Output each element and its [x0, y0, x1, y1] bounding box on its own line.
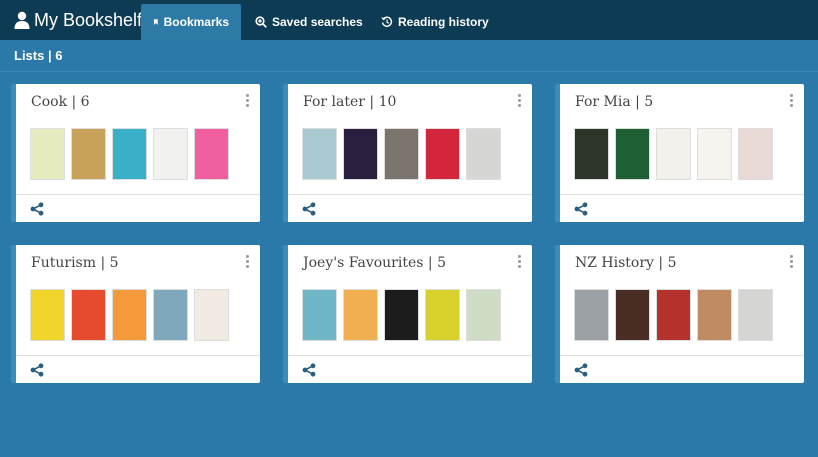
- share-icon[interactable]: [574, 202, 588, 216]
- book-cover[interactable]: [615, 289, 650, 341]
- book-cover[interactable]: [466, 128, 501, 180]
- more-options-icon[interactable]: [790, 255, 794, 269]
- list-title[interactable]: Joey's Favourites | 5: [303, 255, 446, 271]
- book-cover[interactable]: [738, 128, 773, 180]
- list-card[interactable]: Cook | 6: [11, 84, 260, 222]
- book-cover[interactable]: [615, 128, 650, 180]
- more-options-icon[interactable]: [246, 94, 250, 108]
- lists-count-label: Lists | 6: [14, 48, 63, 63]
- card-footer: [288, 194, 532, 222]
- tab-saved-searches[interactable]: Saved searches: [243, 4, 375, 40]
- book-cover[interactable]: [425, 289, 460, 341]
- list-title[interactable]: For later | 10: [303, 94, 396, 110]
- book-cover[interactable]: [425, 128, 460, 180]
- book-cover[interactable]: [656, 128, 691, 180]
- list-title[interactable]: Futurism | 5: [31, 255, 119, 271]
- list-card[interactable]: Joey's Favourites | 5: [283, 245, 532, 383]
- my-bookshelf-brand[interactable]: My Bookshelf: [14, 0, 142, 40]
- book-cover[interactable]: [302, 128, 337, 180]
- book-cover[interactable]: [738, 289, 773, 341]
- book-cover[interactable]: [30, 289, 65, 341]
- history-icon: [381, 16, 393, 27]
- bookmark-icon: [153, 19, 158, 25]
- book-cover[interactable]: [384, 289, 419, 341]
- book-cover[interactable]: [466, 289, 501, 341]
- tab-bookmarks[interactable]: Bookmarks: [141, 4, 241, 40]
- top-navbar: My Bookshelf Bookmarks Saved searches Re…: [0, 0, 818, 40]
- card-footer: [560, 355, 804, 383]
- list-card[interactable]: For Mia | 5: [555, 84, 804, 222]
- tab-bookmarks-label: Bookmarks: [163, 15, 229, 29]
- book-cover[interactable]: [153, 128, 188, 180]
- tab-saved-searches-label: Saved searches: [272, 15, 363, 29]
- book-cover[interactable]: [153, 289, 188, 341]
- share-icon[interactable]: [30, 363, 44, 377]
- list-card[interactable]: NZ History | 5: [555, 245, 804, 383]
- more-options-icon[interactable]: [518, 255, 522, 269]
- book-cover[interactable]: [194, 128, 229, 180]
- share-icon[interactable]: [302, 202, 316, 216]
- book-cover[interactable]: [574, 128, 609, 180]
- card-footer: [16, 355, 260, 383]
- card-footer: [560, 194, 804, 222]
- book-cover[interactable]: [343, 289, 378, 341]
- book-cover[interactable]: [656, 289, 691, 341]
- book-cover[interactable]: [30, 128, 65, 180]
- search-plus-icon: [255, 16, 267, 28]
- share-icon[interactable]: [30, 202, 44, 216]
- book-cover[interactable]: [697, 289, 732, 341]
- tab-reading-history-label: Reading history: [398, 15, 489, 29]
- list-card[interactable]: Futurism | 5: [11, 245, 260, 383]
- list-title[interactable]: Cook | 6: [31, 94, 90, 110]
- book-cover[interactable]: [384, 128, 419, 180]
- list-title[interactable]: For Mia | 5: [575, 94, 653, 110]
- list-card[interactable]: For later | 10: [283, 84, 532, 222]
- book-cover[interactable]: [343, 128, 378, 180]
- book-cover[interactable]: [71, 289, 106, 341]
- tab-reading-history[interactable]: Reading history: [369, 4, 501, 40]
- book-cover[interactable]: [112, 128, 147, 180]
- more-options-icon[interactable]: [790, 94, 794, 108]
- card-footer: [288, 355, 532, 383]
- list-title[interactable]: NZ History | 5: [575, 255, 676, 271]
- share-icon[interactable]: [302, 363, 316, 377]
- book-cover[interactable]: [697, 128, 732, 180]
- card-footer: [16, 194, 260, 222]
- more-options-icon[interactable]: [246, 255, 250, 269]
- lists-count-header: Lists | 6: [0, 40, 818, 72]
- share-icon[interactable]: [574, 363, 588, 377]
- brand-label: My Bookshelf: [34, 9, 143, 30]
- book-cover[interactable]: [71, 128, 106, 180]
- book-cover[interactable]: [112, 289, 147, 341]
- book-cover[interactable]: [302, 289, 337, 341]
- book-cover[interactable]: [194, 289, 229, 341]
- user-icon: [14, 11, 30, 29]
- more-options-icon[interactable]: [518, 94, 522, 108]
- book-cover[interactable]: [574, 289, 609, 341]
